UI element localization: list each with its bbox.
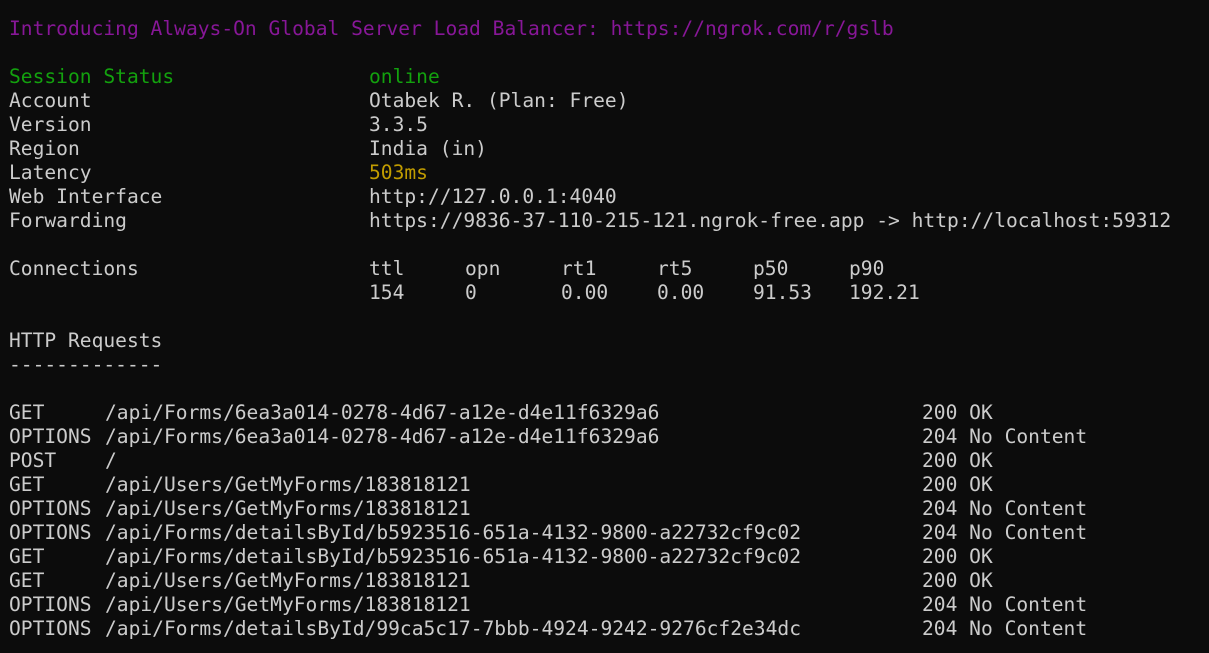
request-path: /api/Users/GetMyForms/183818121 [105, 593, 471, 616]
request-row: OPTIONS /api/Forms/6ea3a014-0278-4d67-a1… [9, 425, 1171, 449]
request-status: 200 OK [922, 473, 993, 496]
request-path: / [105, 449, 117, 472]
request-method: POST [9, 449, 57, 472]
status-row-web-interface: Web Interface http://127.0.0.1:4040 [9, 185, 1171, 209]
connections-header-row: Connections ttl opn rt1 rt5 p50 p90 [9, 257, 1171, 281]
request-status: 204 No Content [922, 617, 1088, 640]
web-interface-value: http://127.0.0.1:4040 [369, 185, 617, 208]
version-value: 3.3.5 [369, 113, 428, 136]
terminal-output: Introducing Always-On Global Server Load… [9, 17, 1171, 641]
connections-value: 0.00 [657, 281, 705, 304]
request-method: OPTIONS [9, 521, 92, 544]
request-status: 204 No Content [922, 425, 1088, 448]
request-method: OPTIONS [9, 425, 92, 448]
status-key: Account [9, 89, 92, 112]
connections-value: 154 [369, 281, 405, 304]
request-status: 204 No Content [922, 593, 1088, 616]
status-key: Version [9, 113, 92, 136]
request-row: GET /api/Forms/6ea3a014-0278-4d67-a12e-d… [9, 401, 1171, 425]
connections-header: rt5 [657, 257, 693, 280]
connections-header: p50 [753, 257, 789, 280]
status-row-session: Session Status online [9, 65, 1171, 89]
status-row-forwarding: Forwarding https://9836-37-110-215-121.n… [9, 209, 1171, 233]
connections-spacer [9, 281, 369, 305]
status-key: Latency [9, 161, 92, 184]
request-row: GET /api/Users/GetMyForms/183818121 200 … [9, 569, 1171, 593]
forwarding-value: https://9836-37-110-215-121.ngrok-free.a… [369, 209, 1172, 232]
status-row-version: Version 3.3.5 [9, 113, 1171, 137]
request-path: /api/Users/GetMyForms/183818121 [105, 497, 471, 520]
http-requests-title: HTTP Requests [9, 329, 163, 352]
request-path: /api/Forms/6ea3a014-0278-4d67-a12e-d4e11… [105, 401, 660, 424]
request-method: OPTIONS [9, 497, 92, 520]
connections-values-row: 154 0 0.00 0.00 91.53 192.21 [9, 281, 1171, 305]
request-path: /api/Users/GetMyForms/183818121 [105, 569, 471, 592]
request-path: /api/Forms/detailsById/b5923516-651a-413… [105, 545, 801, 568]
request-method: GET [9, 569, 45, 592]
status-key: Web Interface [9, 185, 163, 208]
request-status: 200 OK [922, 545, 993, 568]
request-method: OPTIONS [9, 617, 92, 640]
request-status: 200 OK [922, 449, 993, 472]
request-path: /api/Forms/6ea3a014-0278-4d67-a12e-d4e11… [105, 425, 660, 448]
request-row: GET /api/Forms/detailsById/b5923516-651a… [9, 545, 1171, 569]
http-requests-divider: ------------- [9, 353, 163, 376]
status-row-latency: Latency 503ms [9, 161, 1171, 185]
request-row: OPTIONS /api/Forms/detailsById/99ca5c17-… [9, 617, 1171, 641]
request-status: 204 No Content [922, 497, 1088, 520]
request-path: /api/Forms/detailsById/99ca5c17-7bbb-492… [105, 617, 801, 640]
connections-value: 91.53 [753, 281, 812, 304]
request-row: OPTIONS /api/Users/GetMyForms/183818121 … [9, 497, 1171, 521]
request-row: GET /api/Users/GetMyForms/183818121 200 … [9, 473, 1171, 497]
connections-label: Connections [9, 257, 139, 280]
status-key: Region [9, 137, 80, 160]
status-key: Session Status [9, 65, 175, 88]
request-row: POST / 200 OK [9, 449, 1171, 473]
request-row: OPTIONS /api/Users/GetMyForms/183818121 … [9, 593, 1171, 617]
request-status: 200 OK [922, 569, 993, 592]
status-row-account: Account Otabek R. (Plan: Free) [9, 89, 1171, 113]
status-row-region: Region India (in) [9, 137, 1171, 161]
connections-value: 192.21 [849, 281, 920, 304]
http-requests-title-row: HTTP Requests [9, 329, 1171, 353]
connections-header: rt1 [561, 257, 597, 280]
request-path: /api/Users/GetMyForms/183818121 [105, 473, 471, 496]
connections-header: opn [465, 257, 501, 280]
request-status: 204 No Content [922, 521, 1088, 544]
session-status-value: online [369, 65, 440, 88]
request-method: GET [9, 545, 45, 568]
connections-header: p90 [849, 257, 885, 280]
status-key: Forwarding [9, 209, 127, 232]
request-method: GET [9, 401, 45, 424]
request-row: OPTIONS /api/Forms/detailsById/b5923516-… [9, 521, 1171, 545]
connections-header: ttl [369, 257, 405, 280]
request-method: OPTIONS [9, 593, 92, 616]
account-value: Otabek R. (Plan: Free) [369, 89, 629, 112]
banner-line: Introducing Always-On Global Server Load… [9, 17, 1171, 41]
connections-value: 0.00 [561, 281, 609, 304]
banner-text: Introducing Always-On Global Server Load… [9, 17, 894, 40]
request-status: 200 OK [922, 401, 993, 424]
latency-value: 503ms [369, 161, 428, 184]
connections-value: 0 [465, 281, 477, 304]
request-path: /api/Forms/detailsById/b5923516-651a-413… [105, 521, 801, 544]
http-requests-divider-row: ------------- [9, 353, 1171, 377]
request-method: GET [9, 473, 45, 496]
region-value: India (in) [369, 137, 487, 160]
